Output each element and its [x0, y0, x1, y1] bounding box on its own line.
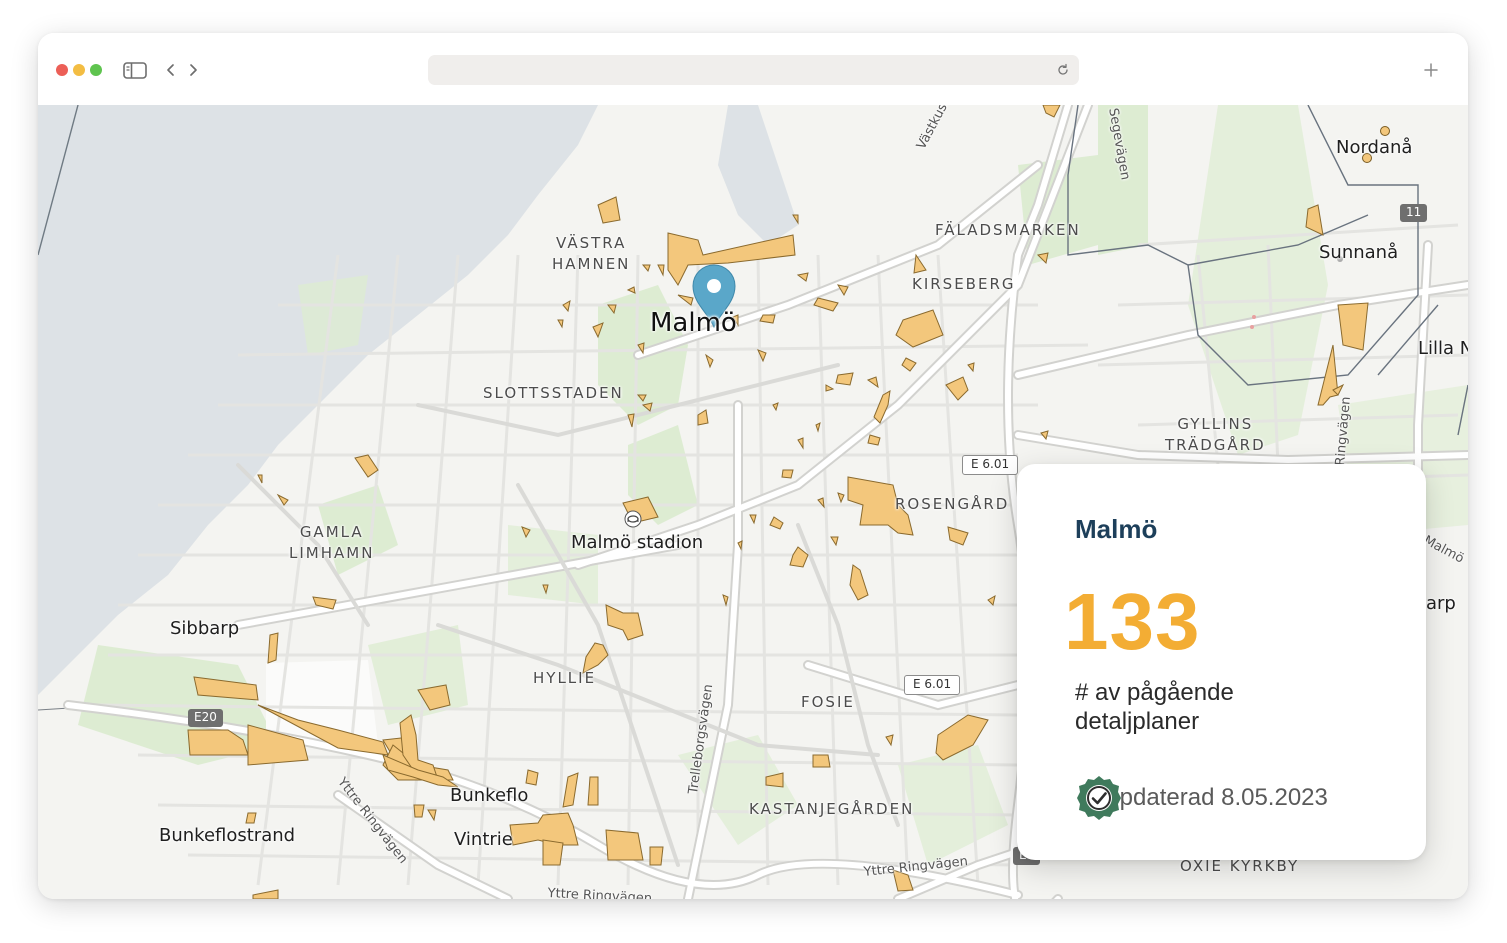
sidebar-icon[interactable] [122, 58, 148, 82]
updated-date: Uppdaterad 8.05.2023 [1089, 784, 1328, 811]
district-label-faladsmarken: FÄLADSMARKEN [935, 221, 1081, 239]
city-label-malmo: Malmö [650, 308, 737, 338]
district-label-kastanjegarden: KASTANJEGÅRDEN [749, 800, 915, 818]
place-label-bunkeflostrand: Bunkeflostrand [159, 825, 296, 846]
place-label-bunkeflo: Bunkeflo [450, 785, 529, 806]
road-shield-e20: E20 [188, 709, 223, 727]
stadium-icon [624, 510, 642, 528]
map-view[interactable]: VÄSTRA HAMNEN FÄLADSMARKEN KIRSEBERG SLO… [38, 105, 1468, 899]
plus-icon[interactable] [1418, 57, 1444, 83]
district-label-hyllie: HYLLIE [533, 669, 597, 687]
district-label-fosie: FOSIE [801, 693, 855, 711]
road-shield-e601-south: E 6.01 [904, 675, 961, 695]
harbour-water [718, 105, 798, 245]
place-label-lilla: Lilla N [1418, 338, 1468, 359]
maximize-window-button[interactable] [90, 64, 102, 76]
updated-row: Uppdaterad 8.05.2023 [1075, 774, 1328, 822]
verified-badge-icon [1077, 776, 1121, 820]
card-description: # av pågående detaljplaner [1075, 679, 1234, 735]
district-label-rosengard: ROSENGÅRD [895, 495, 1010, 513]
close-window-button[interactable] [56, 64, 68, 76]
reload-icon[interactable] [1055, 62, 1071, 78]
district-label-kirseberg: KIRSEBERG [912, 275, 1016, 293]
district-label-slottsstaden: SLOTTSSTADEN [483, 384, 624, 402]
browser-window: VÄSTRA HAMNEN FÄLADSMARKEN KIRSEBERG SLO… [38, 33, 1468, 899]
district-label-gamla-limhamn: GAMLA LIMHAMN [289, 523, 375, 562]
card-title: Malmö [1075, 514, 1158, 544]
place-label-arp: arp [1426, 593, 1456, 614]
place-label-sunnana: Sunnanå [1319, 242, 1399, 263]
place-label-sibbarp: Sibbarp [170, 618, 240, 639]
plan-count: 133 [1064, 577, 1201, 666]
place-label-malmo-stadion: Malmö stadion [571, 532, 704, 553]
stat-card: Malmö 133 # av pågående detaljplaner Upp… [1017, 464, 1426, 860]
road-shield-e601-north: E 6.01 [962, 455, 1019, 475]
browser-toolbar [38, 33, 1468, 105]
place-label-nordana: Nordanå [1336, 137, 1413, 158]
minimize-window-button[interactable] [73, 64, 85, 76]
district-label-gyllins-tradgard: GYLLINS TRÄDGÅRD [1165, 415, 1266, 454]
place-label-vintrie: Vintrie [454, 829, 513, 850]
road-shield-11: 11 [1400, 204, 1428, 222]
district-label-vastra-hamnen: VÄSTRA HAMNEN [552, 234, 631, 273]
forward-icon[interactable] [180, 58, 206, 82]
address-bar[interactable] [428, 55, 1079, 85]
